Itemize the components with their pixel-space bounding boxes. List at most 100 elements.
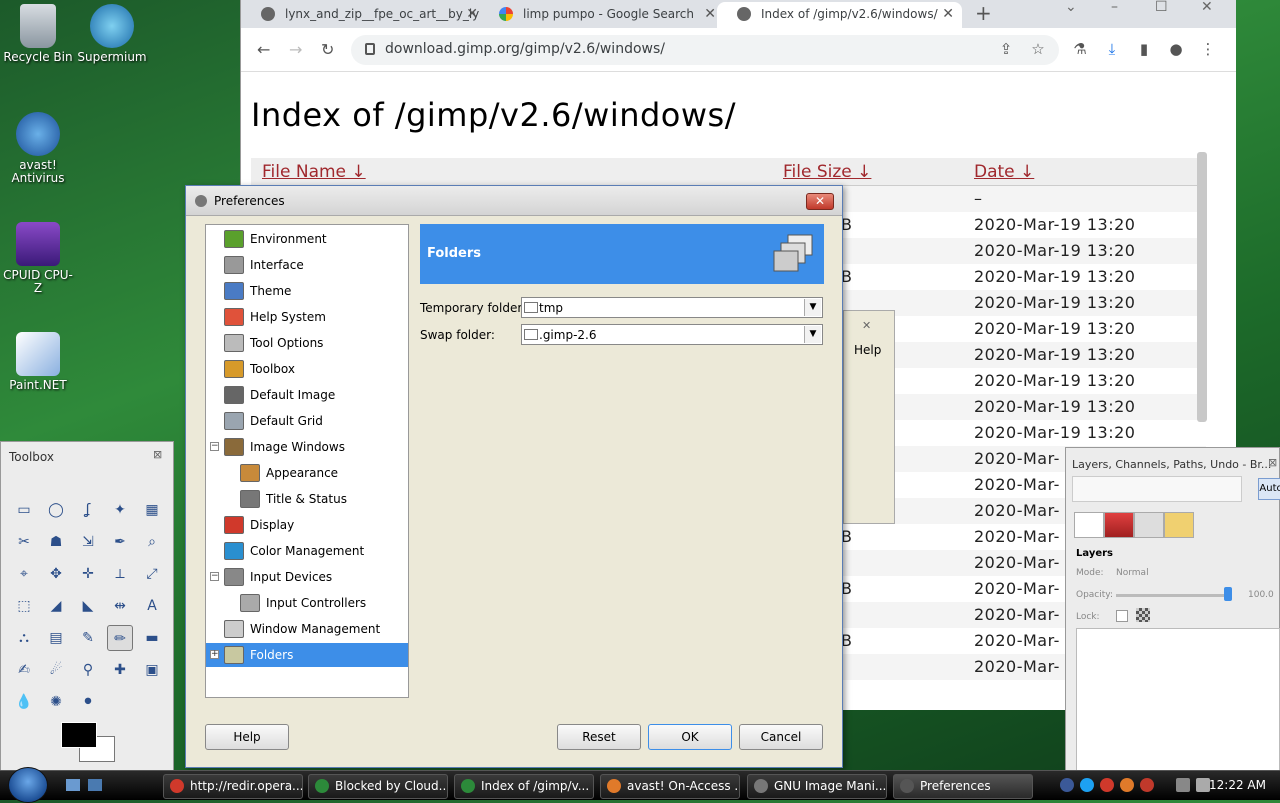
scissors-icon[interactable]: ✂ xyxy=(11,529,37,555)
network-tray-icon[interactable] xyxy=(1176,778,1190,792)
desktop-icon-supermium[interactable]: Supermium xyxy=(74,4,150,64)
opera-tray-icon[interactable] xyxy=(1100,778,1114,792)
paintbrush-icon[interactable]: ✏ xyxy=(107,625,133,651)
opacity-slider[interactable] xyxy=(1116,594,1226,597)
sidebar-icon[interactable]: ▮ xyxy=(1135,40,1153,58)
extension-icon[interactable]: ⚗ xyxy=(1071,40,1089,58)
paths-icon[interactable]: ⇲ xyxy=(75,529,101,555)
tab-google-search[interactable]: limp pumpo - Google Search ✕ xyxy=(479,2,724,28)
volume-tray-icon[interactable] xyxy=(1196,778,1210,792)
lock-alpha-checkbox[interactable] xyxy=(1136,608,1150,622)
close-button[interactable]: ✕ xyxy=(806,193,834,210)
rect-select-icon[interactable]: ▭ xyxy=(11,497,37,523)
close-icon[interactable]: ✕ xyxy=(862,319,871,332)
reload-button[interactable]: ↻ xyxy=(321,40,334,59)
ink-icon[interactable]: ☄ xyxy=(43,657,69,683)
close-icon[interactable]: ⊠ xyxy=(1268,456,1277,469)
align-icon[interactable]: ✛ xyxy=(75,561,101,587)
scrollbar[interactable] xyxy=(1197,152,1207,422)
tab-lynx[interactable]: lynx_and_zip__fpe_oc_art__by_ly ✕ xyxy=(241,2,486,28)
mode-value[interactable]: Normal xyxy=(1116,568,1149,578)
address-bar[interactable]: download.gimp.org/gimp/v2.6/windows/ ⇪ ☆ xyxy=(351,35,1059,65)
tree-item-folders[interactable]: Folders xyxy=(206,643,408,667)
dodge-burn-icon[interactable]: ⚫ xyxy=(75,689,101,715)
show-desktop-icon[interactable] xyxy=(66,779,80,791)
foreground-color-swatch[interactable] xyxy=(61,722,97,748)
scale-icon[interactable]: ⬚ xyxy=(11,593,37,619)
help-button[interactable]: Help xyxy=(205,724,289,750)
lock-pixels-checkbox[interactable] xyxy=(1116,610,1128,622)
crop-icon[interactable]: ⟂ xyxy=(107,561,133,587)
fuzzy-select-icon[interactable]: ✦ xyxy=(107,497,133,523)
tab-channels[interactable] xyxy=(1104,512,1134,538)
minimize-icon[interactable]: – xyxy=(1111,0,1118,14)
tab-gimp-index[interactable]: Index of /gimp/v2.6/windows/ ✕ xyxy=(717,2,962,28)
tab-undo[interactable] xyxy=(1164,512,1194,538)
opacity-handle[interactable] xyxy=(1224,587,1232,601)
taskbar-button[interactable]: Blocked by Cloud... xyxy=(308,774,448,799)
taskbar-button[interactable]: GNU Image Mani... xyxy=(747,774,887,799)
blocked-tray-icon[interactable] xyxy=(1140,778,1154,792)
taskbar-button[interactable]: Preferences xyxy=(893,774,1033,799)
measure-icon[interactable]: ⌖ xyxy=(11,561,37,587)
chevron-down-icon[interactable]: ▼ xyxy=(804,299,821,316)
perspective-clone-icon[interactable]: ▣ xyxy=(139,657,165,683)
menu-icon[interactable]: ⋮ xyxy=(1199,40,1217,58)
desktop-icon-recycle-bin[interactable]: Recycle Bin xyxy=(0,4,76,64)
close-icon[interactable]: ✕ xyxy=(466,2,478,26)
clock[interactable]: 12:22 AM xyxy=(1209,778,1266,792)
sort-by-name-link[interactable]: File Name ↓ xyxy=(262,162,366,182)
taskbar-button[interactable]: Index of /gimp/v... xyxy=(454,774,594,799)
smudge-icon[interactable]: ✺ xyxy=(43,689,69,715)
download-icon[interactable]: ⤓ xyxy=(1103,40,1121,58)
shear-icon[interactable]: ◢ xyxy=(43,593,69,619)
chevron-down-icon[interactable]: ▼ xyxy=(804,326,821,343)
pencil-icon[interactable]: ✎ xyxy=(75,625,101,651)
profile-icon[interactable]: ● xyxy=(1167,40,1185,58)
maximize-icon[interactable]: ☐ xyxy=(1155,0,1168,14)
zoom-icon[interactable]: ⌕ xyxy=(139,529,165,555)
ellipse-select-icon[interactable]: ◯ xyxy=(43,497,69,523)
close-icon[interactable]: ⊠ xyxy=(153,448,162,461)
ok-button[interactable]: OK xyxy=(648,724,732,750)
airbrush-icon[interactable]: ✍ xyxy=(11,657,37,683)
forward-button[interactable]: → xyxy=(289,40,302,59)
cancel-button[interactable]: Cancel xyxy=(739,724,823,750)
tab-paths[interactable] xyxy=(1134,512,1164,538)
star-icon[interactable]: ☆ xyxy=(1029,40,1047,58)
image-selector[interactable] xyxy=(1072,476,1242,502)
desktop-icon-cpuz[interactable]: CPUID CPU-Z xyxy=(0,222,76,295)
text-icon[interactable]: A xyxy=(139,593,165,619)
clone-icon[interactable]: ⚲ xyxy=(75,657,101,683)
twitter-tray-icon[interactable] xyxy=(1080,778,1094,792)
move-icon[interactable]: ✥ xyxy=(43,561,69,587)
taskbar-button[interactable]: avast! On-Access ... xyxy=(600,774,740,799)
reset-button[interactable]: Reset xyxy=(557,724,641,750)
heal-icon[interactable]: ✚ xyxy=(107,657,133,683)
foreground-select-icon[interactable]: ☗ xyxy=(43,529,69,555)
share-icon[interactable]: ⇪ xyxy=(997,40,1015,58)
perspective-icon[interactable]: ◣ xyxy=(75,593,101,619)
bucket-fill-icon[interactable]: ⛬ xyxy=(11,625,37,651)
sort-by-size-link[interactable]: File Size ↓ xyxy=(783,162,871,182)
desktop-icon-paintnet[interactable]: Paint.NET xyxy=(0,332,76,392)
close-icon[interactable]: ✕ xyxy=(942,2,954,26)
facebook-tray-icon[interactable] xyxy=(1060,778,1074,792)
blend-icon[interactable]: ▤ xyxy=(43,625,69,651)
taskbar-button[interactable]: http://redir.opera... xyxy=(163,774,303,799)
back-button[interactable]: ← xyxy=(257,40,270,59)
switch-windows-icon[interactable] xyxy=(88,779,102,791)
auto-button[interactable]: Auto xyxy=(1258,478,1280,500)
lasso-icon[interactable]: ʆ xyxy=(75,497,101,523)
layers-list[interactable] xyxy=(1076,628,1280,774)
tree-expander[interactable]: + xyxy=(210,650,219,659)
tab-layers[interactable] xyxy=(1074,512,1104,538)
color-select-icon[interactable]: ▦ xyxy=(139,497,165,523)
close-window-icon[interactable]: ✕ xyxy=(1201,0,1213,14)
flip-icon[interactable]: ⇹ xyxy=(107,593,133,619)
close-icon[interactable]: ✕ xyxy=(704,2,716,26)
desktop-icon-avast[interactable]: avast! Antivirus xyxy=(0,112,76,185)
rotate-icon[interactable]: ⤢ xyxy=(139,561,165,587)
start-button[interactable] xyxy=(8,767,48,803)
security-tray-icon[interactable] xyxy=(1120,778,1134,792)
